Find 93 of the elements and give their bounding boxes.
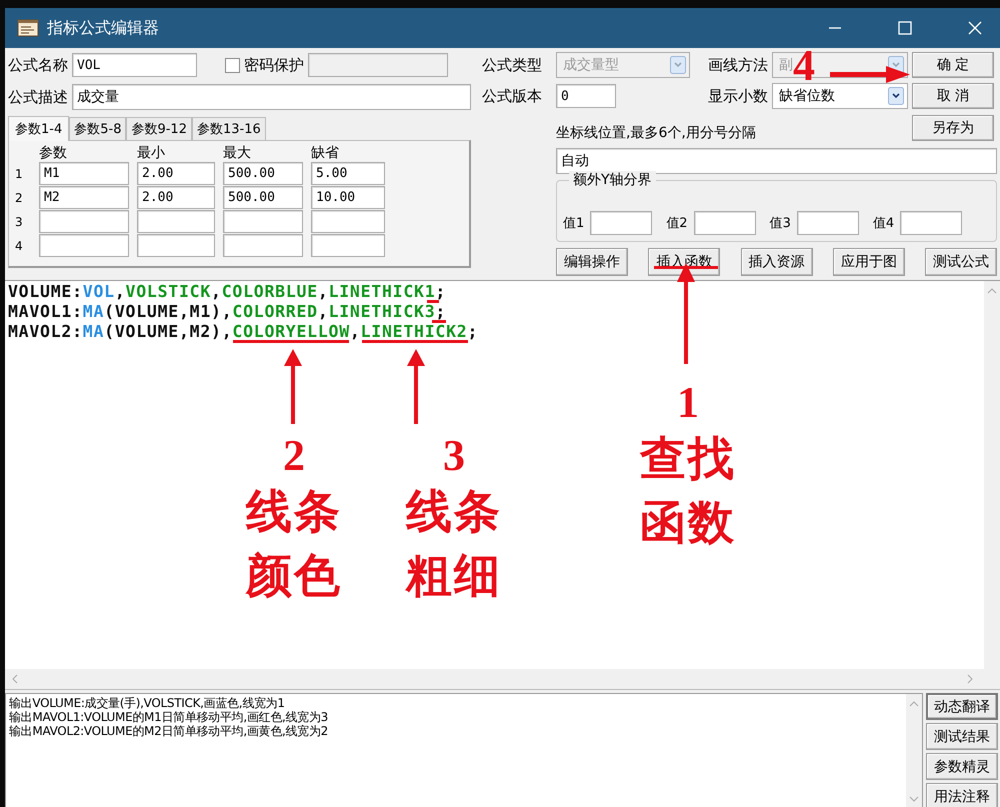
underline-mark [427,300,439,303]
output-line: 输出MAVOL2:VOLUME的M2日简单移动平均,画黄色,线宽为2 [9,724,329,738]
name-field[interactable]: VOL [72,53,197,77]
cancel-button[interactable]: 取 消 [912,83,994,109]
bound-field[interactable] [590,211,652,235]
scroll-up-icon[interactable] [909,700,919,708]
action-button[interactable]: 测试公式 [925,248,997,276]
field-label: 公式描述 [8,88,68,106]
field-label: 值4 [872,215,894,232]
field-label: 值2 [666,215,688,232]
tab[interactable]: 参数9-12 [126,117,192,140]
tab[interactable]: 参数1-4 [8,116,70,141]
field-label: 公式版本 [482,86,543,106]
table-cell-field[interactable]: 500.00 [223,186,303,209]
table-cell-field[interactable]: 2.00 [137,186,215,209]
tab[interactable]: 参数13-16 [192,117,266,140]
version-field[interactable]: 0 [556,84,616,108]
dropdown-icon [670,56,686,74]
field-label: 公式类型 [482,56,543,74]
table-cell-field[interactable] [311,234,385,257]
row-number: 1 [15,166,24,180]
scroll-down-icon[interactable] [909,795,919,803]
scroll-left-icon[interactable] [11,674,19,684]
dropdown-icon [888,87,904,105]
column-header: 最小 [137,145,166,161]
table-cell-field[interactable] [137,234,215,257]
underline-mark [432,320,446,323]
decimals-select[interactable]: 缺省位数 [772,83,908,109]
action-button[interactable]: 应用于图 [832,248,905,276]
table-cell-field[interactable]: 500.00 [223,162,303,185]
maximize-icon[interactable] [898,21,912,35]
app-icon [17,19,39,37]
code-line: MAVOL1:MA(VOLUME,M1),COLORRED,LINETHICK3; [8,304,446,320]
bound-field[interactable] [694,211,756,235]
field-label: 坐标线位置,最多6个,用分号分隔 [556,124,757,142]
column-header: 最大 [223,145,252,161]
description-field[interactable]: 成交量 [72,84,471,110]
table-cell-field[interactable]: M1 [39,162,129,185]
ok-button[interactable]: 确 定 [912,52,994,78]
action-button[interactable]: 编辑操作 [556,248,628,276]
callout-text: 查找 [640,430,736,486]
action-button[interactable]: 插入资源 [740,248,812,276]
output-line: 输出VOLUME:成交量(手),VOLSTICK,画蓝色,线宽为1 [9,696,286,710]
code-line: VOLUME:VOL,VOLSTICK,COLORBLUE,LINETHICK1; [8,284,446,300]
field-label: 值3 [770,215,791,232]
output-button[interactable]: 测试结果 [926,723,998,750]
callout-number: 1 [677,384,699,422]
scrollbar[interactable] [906,694,922,807]
output-button[interactable]: 参数精灵 [926,753,998,780]
field-label: 画线方法 [708,56,769,74]
group-title: 额外Y轴分界 [569,171,656,189]
column-header: 参数 [39,145,68,161]
column-header: 缺省 [311,145,340,161]
bound-field[interactable] [900,211,962,235]
table-cell-field[interactable] [137,210,215,233]
row-number: 2 [15,190,24,204]
callout-number: 3 [443,437,465,475]
field-label: 公式名称 [8,56,68,74]
callout-text: 颜色 [246,547,342,603]
callout-text: 线条 [406,483,502,539]
checkbox-label: 密码保护 [244,56,304,74]
table-cell-field[interactable]: M2 [39,186,129,209]
checkbox[interactable] [225,58,240,72]
table-cell-field[interactable] [311,210,385,233]
callout-text: 函数 [640,494,736,550]
scroll-up-icon[interactable] [987,287,997,295]
table-cell-field[interactable] [223,234,303,257]
table-cell-field[interactable] [39,210,129,233]
window-title: 指标公式编辑器 [47,18,159,38]
output-line: 输出MAVOL1:VOLUME的M1日简单移动平均,画红色,线宽为3 [9,710,329,724]
output-button[interactable]: 用法注释 [926,783,998,807]
field-label: 值1 [563,215,584,232]
table-cell-field[interactable] [39,234,129,257]
field-label: 显示小数 [708,86,769,106]
row-number: 4 [15,238,24,252]
output-button[interactable]: 动态翻译 [926,693,998,720]
table-cell-field[interactable]: 10.00 [311,186,385,209]
callout-number: 2 [283,437,305,475]
save-as-button[interactable]: 另存为 [912,115,994,141]
bound-field[interactable] [796,211,859,235]
table-cell-field[interactable]: 2.00 [137,162,215,185]
underline-mark [654,266,718,269]
code-line: MAVOL2:MA(VOLUME,M2),COLORYELLOW,LINETHICK2; [8,324,478,340]
close-icon[interactable] [968,21,982,35]
callout-text: 粗细 [406,547,502,603]
table-cell-field[interactable]: 5.00 [311,162,385,185]
password-field[interactable] [308,53,448,77]
tab[interactable]: 参数5-8 [69,117,126,140]
table-cell-field[interactable] [223,210,303,233]
scroll-right-icon[interactable] [966,674,974,684]
scrollbar[interactable] [984,281,1000,669]
callout-text: 线条 [246,483,342,539]
row-number: 3 [15,214,24,228]
